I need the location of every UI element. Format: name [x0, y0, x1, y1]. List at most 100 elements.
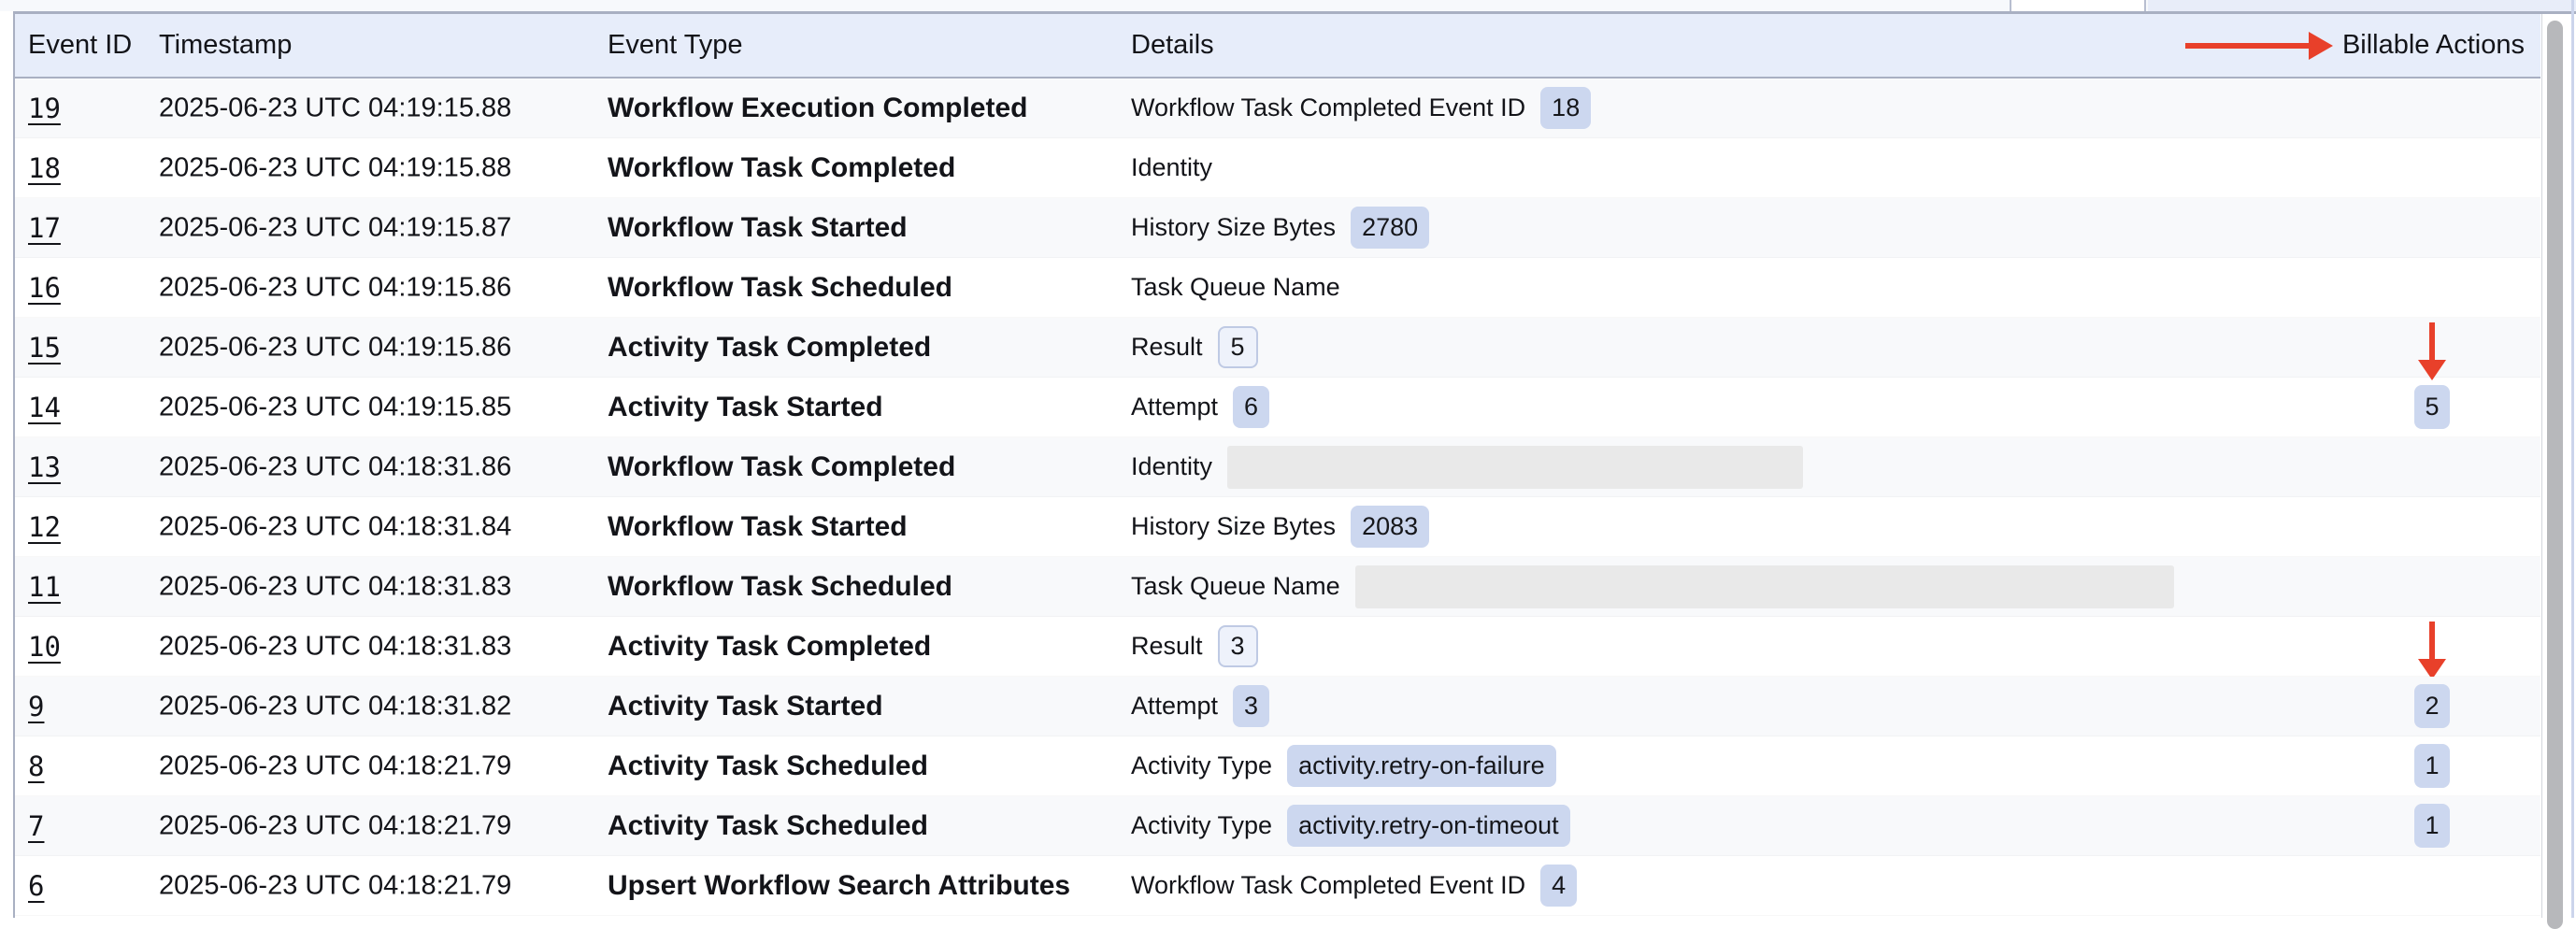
detail-cell: Workflow Task Completed Event ID18 — [1131, 79, 1591, 137]
event-id-link[interactable]: 15 — [28, 332, 61, 364]
table-row[interactable]: 9 2025-06-23 UTC 04:18:31.82 Activity Task… — [15, 677, 2540, 736]
billable-actions-cell: 5 — [2374, 378, 2490, 436]
table-row[interactable]: 62025-06-23 UTC 04:18:21.79Upsert Workfl… — [15, 856, 2540, 916]
redacted-value-block — [1355, 565, 2174, 608]
table-row[interactable]: 16 2025-06-23 UTC 04:19:15.86 Workflow Tas… — [15, 258, 2540, 318]
event-id-link[interactable]: 7 — [28, 810, 44, 842]
billable-actions-cell — [2374, 318, 2490, 377]
detail-label: Result — [1131, 632, 1203, 661]
detail-cell: Workflow Task Completed Event ID4 — [1131, 856, 1577, 915]
event-type-cell: Workflow Task Scheduled — [608, 272, 952, 304]
event-type-cell: Activity Task Completed — [608, 631, 931, 663]
event-type-cell: Activity Task Scheduled — [608, 750, 928, 782]
detail-value-badge: activity.retry-on-timeout — [1287, 805, 1570, 847]
timestamp-cell: 2025-06-23 UTC 04:19:15.85 — [159, 392, 511, 422]
event-type-cell: Workflow Task Completed — [608, 152, 955, 184]
detail-cell: Activity Typeactivity.retry-on-failure — [1131, 736, 1556, 795]
table-row[interactable]: 112025-06-23 UTC 04:18:31.83Workflow Tas… — [15, 557, 2540, 617]
event-type-cell: Workflow Task Scheduled — [608, 571, 952, 603]
top-panel-right-segment — [2148, 0, 2576, 11]
billable-actions-cell — [2374, 617, 2490, 676]
event-id-link[interactable]: 18 — [28, 152, 61, 184]
detail-label: Task Queue Name — [1131, 572, 1340, 601]
detail-label: Workflow Task Completed Event ID — [1131, 871, 1525, 900]
vertical-scrollbar-thumb[interactable] — [2547, 21, 2563, 929]
detail-cell: Result 3 — [1131, 617, 1258, 676]
event-type-cell: Activity Task Started — [608, 691, 883, 722]
event-history-table: Event ID Timestamp Event Type Details Bi… — [13, 14, 2540, 918]
table-row[interactable]: 192025-06-23 UTC 04:19:15.88Workflow Exe… — [15, 79, 2540, 138]
top-panel-tab — [2010, 0, 2146, 11]
redacted-value-block — [1227, 446, 1803, 489]
timestamp-cell: 2025-06-23 UTC 04:18:31.86 — [159, 451, 511, 482]
table-row[interactable]: 102025-06-23 UTC 04:18:31.83Activity Tas… — [15, 617, 2540, 677]
billable-actions-cell — [2374, 258, 2490, 317]
billable-actions-cell — [2374, 198, 2490, 257]
billable-actions-cell — [2374, 856, 2490, 915]
detail-value-badge: 3 — [1233, 685, 1269, 727]
detail-cell: Activity Type activity.retry-on-timeout — [1131, 796, 1570, 855]
timestamp-cell: 2025-06-23 UTC 04:18:31.84 — [159, 511, 511, 542]
table-row[interactable]: 132025-06-23 UTC 04:18:31.86Workflow Tas… — [15, 437, 2540, 497]
detail-label: History Size Bytes — [1131, 512, 1336, 541]
detail-value-badge: 2083 — [1351, 506, 1429, 548]
event-type-cell: Workflow Task Started — [608, 511, 908, 543]
right-edge-divider — [2571, 0, 2574, 918]
detail-cell: Task Queue Name — [1131, 258, 1340, 317]
table-row[interactable]: 12 2025-06-23 UTC 04:18:31.84 Workflow Tas… — [15, 497, 2540, 557]
detail-label: Activity Type — [1131, 811, 1272, 840]
table-row[interactable]: 8 2025-06-23 UTC 04:18:21.79 Activity Task… — [15, 736, 2540, 796]
scrollbar-track-border — [2541, 14, 2542, 918]
event-type-cell: Workflow Task Started — [608, 212, 908, 244]
event-id-link[interactable]: 10 — [28, 631, 61, 663]
billable-count-badge: 1 — [2414, 744, 2449, 788]
event-id-link[interactable]: 14 — [28, 392, 61, 423]
billable-actions-cell: 2 — [2374, 677, 2490, 736]
billable-actions-cell — [2374, 79, 2490, 137]
billable-count-badge: 5 — [2414, 385, 2449, 429]
table-row[interactable]: 7 2025-06-23 UTC 04:18:21.79 Activity Task… — [15, 796, 2540, 856]
detail-cell: Result 5 — [1131, 318, 1258, 377]
detail-value-badge: 5 — [1218, 326, 1258, 368]
column-header-event-type: Event Type — [608, 14, 743, 77]
detail-cell: Task Queue Name — [1131, 557, 2174, 616]
event-type-cell: Activity Task Completed — [608, 332, 931, 364]
billable-actions-cell — [2374, 557, 2490, 616]
event-type-cell: Activity Task Scheduled — [608, 810, 928, 842]
table-row[interactable]: 14 2025-06-23 UTC 04:19:15.85 Activity Tas… — [15, 378, 2540, 437]
detail-value-badge: 3 — [1218, 625, 1258, 667]
timestamp-cell: 2025-06-23 UTC 04:18:21.79 — [159, 810, 511, 841]
detail-cell: Identity — [1131, 437, 1803, 496]
event-type-cell: Workflow Execution Completed — [608, 93, 1028, 124]
detail-label: Workflow Task Completed Event ID — [1131, 93, 1525, 122]
event-id-link[interactable]: 17 — [28, 212, 61, 244]
table-row[interactable]: 172025-06-23 UTC 04:19:15.87Workflow Tas… — [15, 198, 2540, 258]
event-id-link[interactable]: 11 — [28, 571, 61, 603]
billable-actions-cell: 1 — [2374, 796, 2490, 855]
event-id-link[interactable]: 19 — [28, 93, 61, 124]
timestamp-cell: 2025-06-23 UTC 04:19:15.86 — [159, 272, 511, 303]
table-row[interactable]: 152025-06-23 UTC 04:19:15.86Activity Tas… — [15, 318, 2540, 378]
detail-value-badge: 6 — [1233, 386, 1269, 428]
detail-label: Attempt — [1131, 692, 1218, 721]
detail-label: Task Queue Name — [1131, 273, 1340, 302]
event-id-link[interactable]: 6 — [28, 870, 44, 902]
table-row[interactable]: 182025-06-23 UTC 04:19:15.88Workflow Tas… — [15, 138, 2540, 198]
event-id-link[interactable]: 16 — [28, 272, 61, 304]
detail-label: History Size Bytes — [1131, 213, 1336, 242]
timestamp-cell: 2025-06-23 UTC 04:18:21.79 — [159, 750, 511, 781]
detail-label: Result — [1131, 333, 1203, 362]
event-id-link[interactable]: 13 — [28, 451, 61, 483]
billable-count-badge: 1 — [2414, 804, 2449, 848]
billable-actions-cell — [2374, 138, 2490, 197]
event-id-link[interactable]: 8 — [28, 750, 44, 782]
top-panel-strip — [0, 0, 2576, 11]
column-header-event-id: Event ID — [28, 14, 132, 77]
event-type-cell: Activity Task Started — [608, 392, 883, 423]
detail-label: Identity — [1131, 452, 1212, 481]
event-id-link[interactable]: 9 — [28, 691, 44, 722]
column-header-billable-actions: Billable Actions — [2342, 14, 2525, 77]
timestamp-cell: 2025-06-23 UTC 04:18:31.82 — [159, 691, 511, 722]
event-id-link[interactable]: 12 — [28, 511, 61, 543]
event-rows: 192025-06-23 UTC 04:19:15.88Workflow Exe… — [15, 79, 2540, 916]
